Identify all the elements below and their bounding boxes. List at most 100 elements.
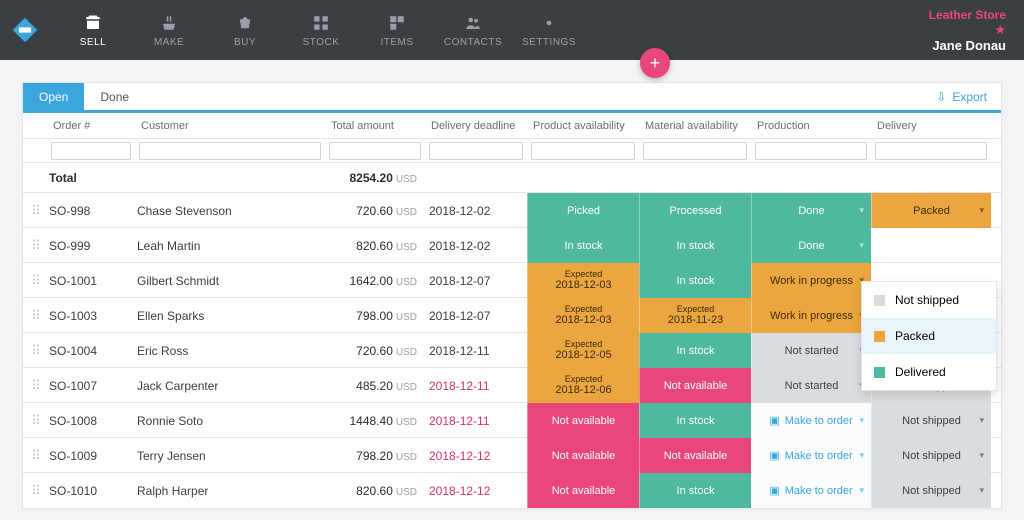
drag-handle-icon[interactable]: ⠿ xyxy=(23,379,47,392)
material-availability-cell[interactable]: In stock xyxy=(639,263,751,298)
column-header[interactable]: Order # xyxy=(47,120,135,132)
material-availability-cell[interactable]: Not available xyxy=(639,438,751,473)
column-header[interactable]: Production xyxy=(751,120,871,132)
material-availability-cell[interactable]: In stock xyxy=(639,228,751,263)
product-availability-cell[interactable]: Not available xyxy=(527,403,639,438)
customer-name[interactable]: Leah Martin xyxy=(135,239,325,253)
delivery-cell[interactable]: Not shipped▾ xyxy=(871,403,991,438)
drag-handle-icon[interactable]: ⠿ xyxy=(23,204,47,217)
store-name: Leather Store xyxy=(929,8,1006,22)
add-button[interactable]: + xyxy=(640,48,670,78)
customer-name[interactable]: Ronnie Soto xyxy=(135,414,325,428)
nav-sell[interactable]: SELL xyxy=(55,0,131,60)
drag-handle-icon[interactable]: ⠿ xyxy=(23,449,47,462)
customer-name[interactable]: Jack Carpenter xyxy=(135,379,325,393)
filter-ma[interactable] xyxy=(643,142,747,160)
table-row: ⠿SO-1003Ellen Sparks798.00USD2018-12-07E… xyxy=(23,298,1001,333)
product-availability-cell[interactable]: Expected2018-12-03 xyxy=(527,298,639,333)
production-cell[interactable]: ▣Make to order▾ xyxy=(751,403,871,438)
product-availability-cell[interactable]: Expected2018-12-06 xyxy=(527,368,639,403)
material-availability-cell[interactable]: In stock xyxy=(639,333,751,368)
filter-del[interactable] xyxy=(875,142,987,160)
dropdown-option[interactable]: Not shipped xyxy=(862,282,996,318)
filter-prod[interactable] xyxy=(755,142,867,160)
export-link[interactable]: ⇩ Export xyxy=(936,90,987,104)
drag-handle-icon[interactable]: ⠿ xyxy=(23,414,47,427)
production-cell[interactable]: Done▾ xyxy=(751,228,871,263)
nav-settings[interactable]: SETTINGS xyxy=(511,0,587,60)
order-number[interactable]: SO-1004 xyxy=(47,344,135,358)
column-header[interactable]: Delivery xyxy=(871,120,991,132)
column-header[interactable]: Product availability xyxy=(527,120,639,132)
order-amount: 720.60USD xyxy=(325,204,425,218)
product-availability-cell[interactable]: In stock xyxy=(527,228,639,263)
material-availability-cell[interactable]: Not available xyxy=(639,368,751,403)
production-cell[interactable]: Done▾ xyxy=(751,193,871,228)
filter-deadline[interactable] xyxy=(429,142,523,160)
order-number[interactable]: SO-998 xyxy=(47,204,135,218)
column-header[interactable]: Material availability xyxy=(639,120,751,132)
customer-name[interactable]: Ellen Sparks xyxy=(135,309,325,323)
order-number[interactable]: SO-1009 xyxy=(47,449,135,463)
make-order-icon: ▣ xyxy=(769,449,779,462)
production-cell[interactable]: ▣Make to order▾ xyxy=(751,473,871,508)
column-header[interactable]: Customer xyxy=(135,120,325,132)
material-availability-cell[interactable]: In stock xyxy=(639,403,751,438)
production-cell[interactable]: Work in progress▾ xyxy=(751,298,871,333)
nav-buy[interactable]: BUY xyxy=(207,0,283,60)
order-amount: 1642.00USD xyxy=(325,274,425,288)
column-headers: Order #CustomerTotal amountDelivery dead… xyxy=(23,113,1001,139)
order-number[interactable]: SO-1001 xyxy=(47,274,135,288)
nav-items[interactable]: ITEMS xyxy=(359,0,435,60)
drag-handle-icon[interactable]: ⠿ xyxy=(23,344,47,357)
drag-handle-icon[interactable]: ⠿ xyxy=(23,309,47,322)
chevron-down-icon: ▾ xyxy=(979,415,984,426)
filter-customer[interactable] xyxy=(139,142,321,160)
production-cell[interactable]: ▣Make to order▾ xyxy=(751,438,871,473)
production-cell[interactable]: Work in progress▾ xyxy=(751,263,871,298)
delivery-cell[interactable]: Packed▾ xyxy=(871,193,991,228)
dropdown-option[interactable]: Delivered xyxy=(862,354,996,390)
order-number[interactable]: SO-1003 xyxy=(47,309,135,323)
product-availability-cell[interactable]: Not available xyxy=(527,438,639,473)
filter-amount[interactable] xyxy=(329,142,421,160)
production-cell[interactable]: Not started▾ xyxy=(751,333,871,368)
production-cell[interactable]: Not started▾ xyxy=(751,368,871,403)
product-availability-cell[interactable]: Picked xyxy=(527,193,639,228)
dropdown-option[interactable]: Packed xyxy=(862,318,996,354)
column-header[interactable]: Total amount xyxy=(325,120,425,132)
nav-stock[interactable]: STOCK xyxy=(283,0,359,60)
material-availability-cell[interactable]: Expected2018-11-23 xyxy=(639,298,751,333)
customer-name[interactable]: Eric Ross xyxy=(135,344,325,358)
customer-name[interactable]: Gilbert Schmidt xyxy=(135,274,325,288)
delivery-cell[interactable]: Not shipped▾ xyxy=(871,438,991,473)
drag-handle-icon[interactable]: ⠿ xyxy=(23,484,47,497)
material-availability-cell[interactable]: Processed xyxy=(639,193,751,228)
order-number[interactable]: SO-1010 xyxy=(47,484,135,498)
stock-icon xyxy=(312,12,330,34)
nav-contacts[interactable]: CONTACTS xyxy=(435,0,511,60)
filter-order[interactable] xyxy=(51,142,131,160)
logo-icon xyxy=(10,15,40,45)
delivery-dropdown[interactable]: Not shippedPackedDelivered xyxy=(861,281,997,391)
filter-pa[interactable] xyxy=(531,142,635,160)
product-availability-cell[interactable]: Not available xyxy=(527,473,639,508)
order-number[interactable]: SO-1008 xyxy=(47,414,135,428)
product-availability-cell[interactable]: Expected2018-12-03 xyxy=(527,263,639,298)
column-filters xyxy=(23,139,1001,163)
customer-name[interactable]: Ralph Harper xyxy=(135,484,325,498)
customer-name[interactable]: Chase Stevenson xyxy=(135,204,325,218)
product-availability-cell[interactable]: Expected2018-12-05 xyxy=(527,333,639,368)
delivery-cell[interactable]: Not shipped▾ xyxy=(871,473,991,508)
order-number[interactable]: SO-1007 xyxy=(47,379,135,393)
nav-make[interactable]: MAKE xyxy=(131,0,207,60)
tab-open[interactable]: Open xyxy=(23,83,84,110)
material-availability-cell[interactable]: In stock xyxy=(639,473,751,508)
user-block[interactable]: Leather Store ★ Jane Donau xyxy=(929,8,1006,54)
order-number[interactable]: SO-999 xyxy=(47,239,135,253)
tab-done[interactable]: Done xyxy=(84,83,145,110)
drag-handle-icon[interactable]: ⠿ xyxy=(23,274,47,287)
column-header[interactable]: Delivery deadline xyxy=(425,120,527,132)
customer-name[interactable]: Terry Jensen xyxy=(135,449,325,463)
drag-handle-icon[interactable]: ⠿ xyxy=(23,239,47,252)
